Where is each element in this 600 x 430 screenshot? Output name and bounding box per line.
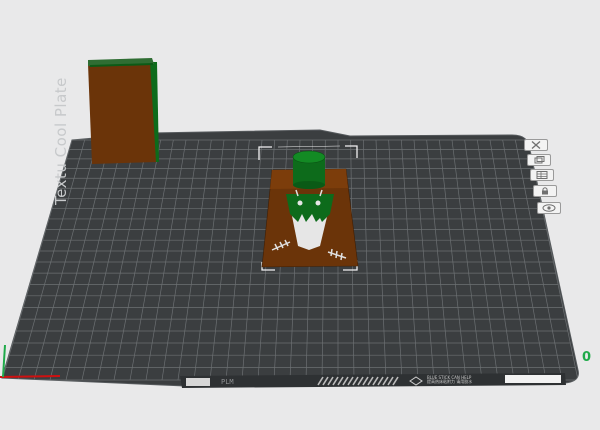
x-axis-line [0,375,61,378]
arrange-icon [534,156,545,164]
strip-logo-box [186,378,210,386]
x-axis-label: 0 [582,350,592,365]
plate-strip-caption: BLUE STICK CAN HELP 提高热床粘附力 请用胶水 [427,376,499,384]
plate-strip-label: PLM [221,378,234,386]
strip-caption-line2: 提高热床粘附力 请用胶水 [427,379,473,384]
plate-name-label: Textu Cool Plate [52,77,70,205]
prime-tower-block[interactable] [88,58,159,164]
lock-icon [542,187,548,195]
arrange-button[interactable] [527,154,551,166]
eye-icon [542,204,556,212]
plate-settings-button[interactable] [530,169,554,181]
visibility-button[interactable] [537,202,561,214]
x-box-icon [531,141,541,149]
grid-icon [536,171,548,179]
lock-button[interactable] [533,185,557,197]
close-view-button[interactable] [524,139,548,151]
strip-end-box [505,375,561,383]
3d-viewport[interactable] [0,0,600,430]
